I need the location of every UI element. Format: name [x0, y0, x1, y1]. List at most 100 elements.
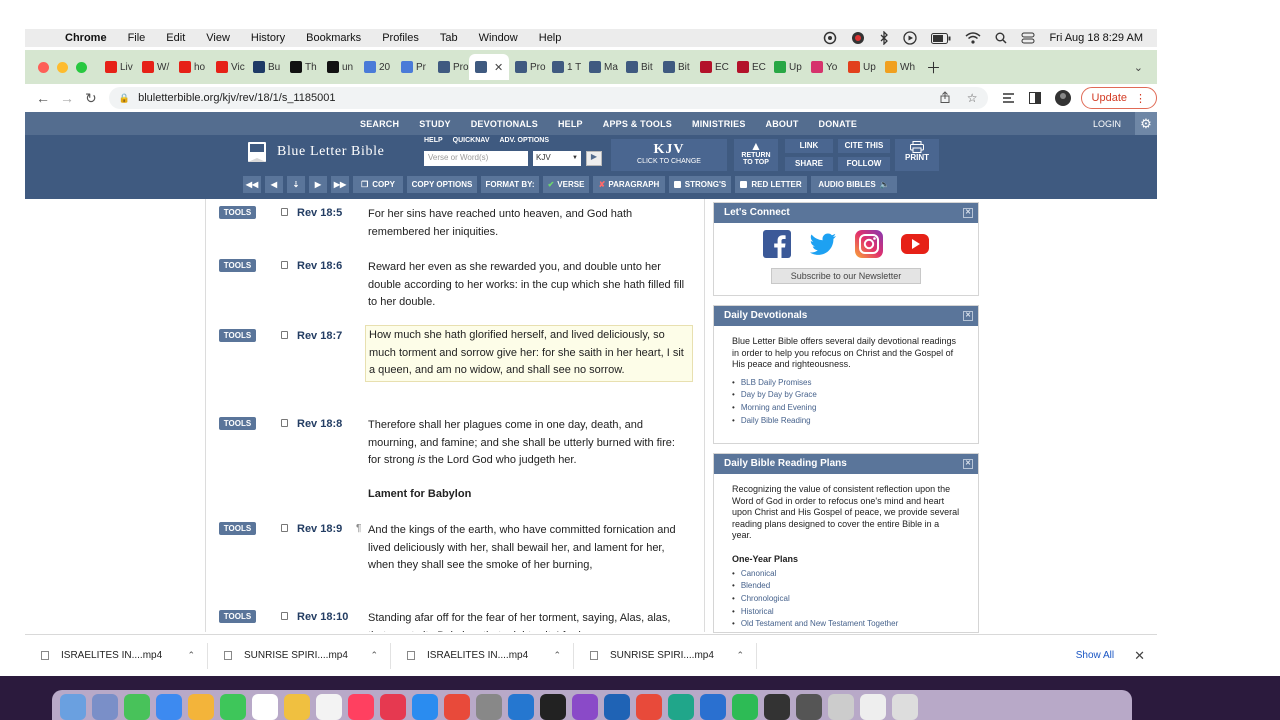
tab[interactable]: Pr — [395, 54, 432, 80]
return-to-top-button[interactable]: ▲ RETURN TO TOP — [734, 139, 778, 171]
tab[interactable]: 20 — [358, 54, 395, 80]
tab[interactable]: ho — [173, 54, 210, 80]
dock-app-icon[interactable] — [892, 694, 918, 720]
forward-arrow-icon[interactable]: → — [55, 90, 79, 106]
back-arrow-icon[interactable]: ← — [31, 90, 55, 106]
quicknav-link[interactable]: QUICKNAV — [453, 137, 490, 144]
chevron-up-icon[interactable]: ⌃ — [187, 650, 195, 661]
update-button[interactable]: Update ⋮ — [1080, 87, 1158, 109]
chevron-up-icon[interactable]: ⌃ — [736, 650, 744, 661]
copy-verse-icon[interactable] — [281, 419, 288, 427]
menu-file[interactable]: File — [128, 32, 146, 44]
login-link[interactable]: LOGIN — [1093, 119, 1121, 129]
battery-icon[interactable] — [931, 32, 951, 44]
twitter-icon[interactable] — [809, 230, 837, 258]
link-button[interactable]: LINK — [785, 139, 833, 153]
adv-options-link[interactable]: ADV. OPTIONS — [500, 137, 550, 144]
tab[interactable]: Up — [842, 54, 879, 80]
status-app-icon[interactable] — [851, 31, 865, 45]
dock-app-icon[interactable] — [348, 694, 374, 720]
dock-app-icon[interactable] — [412, 694, 438, 720]
search-help-link[interactable]: HELP — [424, 137, 443, 144]
red-letter-toggle[interactable]: RED LETTER — [735, 176, 807, 193]
dock-app-icon[interactable] — [668, 694, 694, 720]
tab[interactable]: Pro — [509, 54, 546, 80]
paragraph-format-toggle[interactable]: ✘ PARAGRAPH — [593, 176, 665, 193]
tab[interactable]: EC — [731, 54, 768, 80]
nav-ministries[interactable]: MINISTRIES — [692, 119, 746, 129]
menu-clock[interactable]: Fri Aug 18 8:29 AM — [1049, 32, 1143, 44]
copy-options-button[interactable]: COPY OPTIONS — [407, 176, 477, 193]
tools-button[interactable]: TOOLS — [219, 417, 256, 430]
copy-button[interactable]: ❐ COPY — [353, 176, 403, 193]
audio-bibles-button[interactable]: AUDIO BIBLES 🔈 — [811, 176, 897, 193]
tools-button[interactable]: TOOLS — [219, 259, 256, 272]
copy-verse-icon[interactable] — [281, 261, 288, 269]
tab[interactable]: 1 T — [546, 54, 583, 80]
tab[interactable]: Bit — [657, 54, 694, 80]
tools-button[interactable]: TOOLS — [219, 329, 256, 342]
search-go-button[interactable]: ▶ — [586, 151, 602, 166]
next-chapter-icon[interactable]: ▶ — [309, 176, 327, 193]
tab[interactable]: Ma — [583, 54, 620, 80]
copy-verse-icon[interactable] — [281, 612, 288, 620]
nav-help[interactable]: HELP — [558, 119, 583, 129]
menu-view[interactable]: View — [206, 32, 230, 44]
newsletter-button[interactable]: Subscribe to our Newsletter — [771, 268, 921, 284]
nav-study[interactable]: STUDY — [419, 119, 451, 129]
blb-logo[interactable]: Blue Letter Bible — [245, 140, 384, 164]
new-tab-plus-icon[interactable]: ＋ — [926, 57, 941, 78]
nav-search[interactable]: SEARCH — [360, 119, 399, 129]
tab[interactable]: EC — [694, 54, 731, 80]
menu-profiles[interactable]: Profiles — [382, 32, 419, 44]
close-icon[interactable]: ✕ — [963, 311, 973, 321]
tab[interactable]: Bit — [620, 54, 657, 80]
reload-icon[interactable]: ↻ — [79, 90, 103, 107]
close-icon[interactable]: ✕ — [1134, 648, 1145, 664]
nav-devotionals[interactable]: DEVOTIONALS — [471, 119, 538, 129]
dock-app-icon[interactable] — [156, 694, 182, 720]
tools-button[interactable]: TOOLS — [219, 206, 256, 219]
show-all-downloads-link[interactable]: Show All — [1076, 650, 1114, 661]
follow-button[interactable]: FOLLOW — [838, 157, 890, 171]
previous-chapter-icon[interactable]: ◀ — [265, 176, 283, 193]
strongs-toggle[interactable]: STRONG'S — [669, 176, 731, 193]
zoom-window-button[interactable] — [76, 61, 87, 73]
reading-list-icon[interactable] — [1002, 92, 1015, 104]
menu-window[interactable]: Window — [479, 32, 518, 44]
copy-verse-icon[interactable] — [281, 208, 288, 216]
chevron-up-icon[interactable]: ⌃ — [370, 650, 378, 661]
dock-app-icon[interactable] — [444, 694, 470, 720]
close-tab-icon[interactable]: ✕ — [494, 61, 503, 74]
dock-app-icon[interactable] — [508, 694, 534, 720]
url-text[interactable]: bluletterbible.org/kjv/rev/18/1/s_118500… — [138, 92, 335, 104]
dock-app-icon[interactable] — [284, 694, 310, 720]
share-page-icon[interactable] — [939, 91, 951, 105]
verse-ref[interactable]: Rev 18:7 — [297, 330, 342, 342]
dock-app-icon[interactable] — [636, 694, 662, 720]
bookmark-star-icon[interactable]: ☆ — [967, 91, 978, 105]
tools-button[interactable]: TOOLS — [219, 610, 256, 623]
dock-app-icon[interactable] — [476, 694, 502, 720]
devotional-link[interactable]: BLB Daily Promises — [741, 377, 978, 390]
dock-app-icon[interactable] — [92, 694, 118, 720]
plan-link[interactable]: Old Testament and New Testament Together — [741, 618, 978, 631]
minimize-window-button[interactable] — [57, 61, 68, 73]
omnibox[interactable]: 🔒 bluletterbible.org/kjv/rev/18/1/s_1185… — [108, 87, 988, 109]
dock-app-icon[interactable] — [188, 694, 214, 720]
tab[interactable]: Th — [284, 54, 321, 80]
copy-verse-icon[interactable] — [281, 524, 288, 532]
print-button[interactable]: PRINT — [895, 139, 939, 171]
dock-app-icon[interactable] — [572, 694, 598, 720]
devotional-link[interactable]: Day by Day by Grace — [741, 389, 978, 402]
plan-link[interactable]: Blended — [741, 580, 978, 593]
version-change-button[interactable]: KJV CLICK TO CHANGE — [611, 139, 727, 171]
tab[interactable]: Up — [768, 54, 805, 80]
download-item[interactable]: ISRAELITES IN....mp4 ⌃ — [391, 642, 574, 669]
close-icon[interactable]: ✕ — [963, 208, 973, 218]
side-panel-icon[interactable] — [1028, 92, 1041, 104]
nav-donate[interactable]: DONATE — [819, 119, 858, 129]
download-item[interactable]: ISRAELITES IN....mp4 ⌃ — [25, 642, 208, 669]
last-chapter-icon[interactable]: ▶▶ — [331, 176, 349, 193]
cite-this-button[interactable]: CITE THIS — [838, 139, 890, 153]
